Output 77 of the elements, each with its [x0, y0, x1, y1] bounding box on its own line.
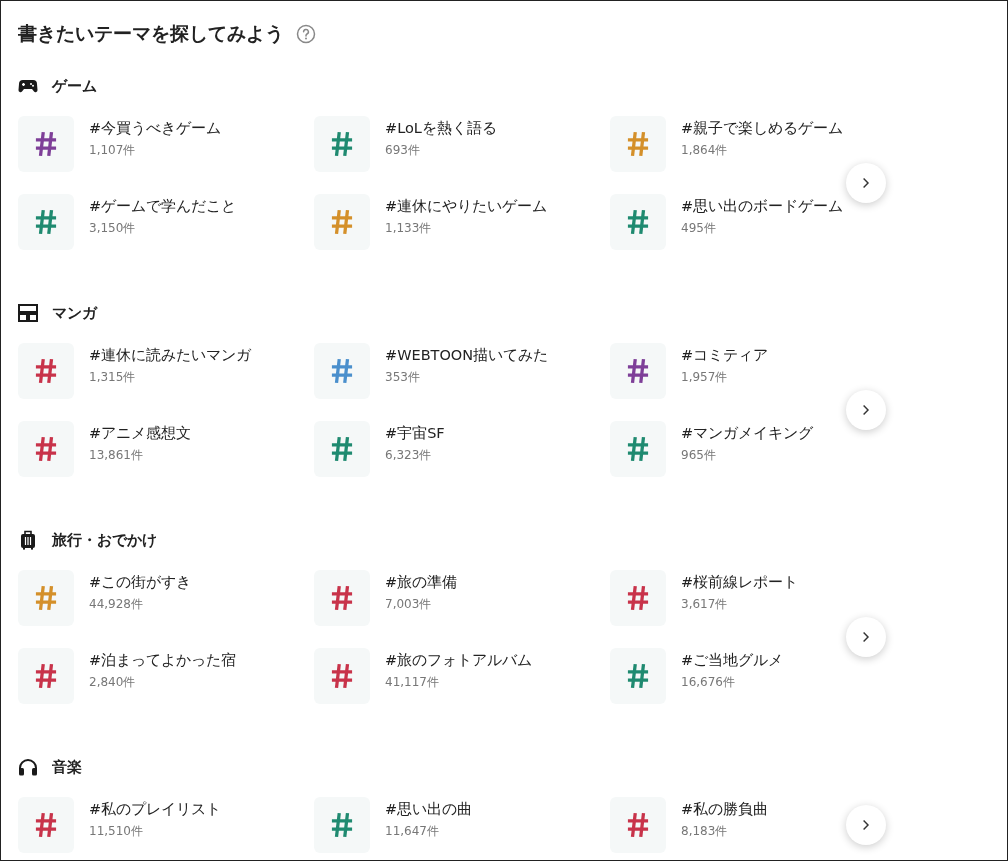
theme-link[interactable]: #旅の準備	[385, 572, 458, 592]
hashtag-tile[interactable]	[610, 797, 666, 853]
theme-link[interactable]: #WEBTOON描いてみた	[385, 345, 549, 365]
post-count: 693件	[385, 142, 421, 159]
post-count: 495件	[681, 220, 717, 237]
theme-link[interactable]: #私のプレイリスト	[89, 799, 222, 819]
post-count: 3,150件	[89, 220, 137, 237]
help-icon[interactable]	[296, 24, 316, 44]
post-count: 2,840件	[89, 674, 137, 691]
theme-link[interactable]: #ゲームで学んだこと	[89, 196, 237, 216]
theme-link[interactable]: #宇宙SF	[385, 423, 445, 443]
post-count: 353件	[385, 369, 421, 386]
theme-link[interactable]: #桜前線レポート	[681, 572, 799, 592]
hashtag-tile[interactable]	[610, 570, 666, 626]
theme-link[interactable]: #思い出の曲	[385, 799, 473, 819]
theme-link[interactable]: #アニメ感想文	[89, 423, 192, 443]
hashtag-tile[interactable]	[18, 421, 74, 477]
post-count: 44,928件	[89, 596, 144, 613]
hashtag-tile[interactable]	[314, 194, 370, 250]
chevron-right-icon	[862, 631, 870, 643]
hashtag-tile[interactable]	[314, 421, 370, 477]
hashtag-tile[interactable]	[610, 194, 666, 250]
theme-link[interactable]: #思い出のボードゲーム	[681, 196, 844, 216]
theme-link[interactable]: #今買うべきゲーム	[89, 118, 222, 138]
hashtag-tile[interactable]	[18, 570, 74, 626]
post-count: 1,107件	[89, 142, 137, 159]
hashtag-tile[interactable]	[18, 797, 74, 853]
theme-link[interactable]: #私の勝負曲	[681, 799, 769, 819]
hashtag-tile[interactable]	[610, 116, 666, 172]
category-heading: マンガ	[52, 303, 97, 323]
post-count: 11,510件	[89, 823, 144, 840]
post-count: 1,133件	[385, 220, 433, 237]
post-count: 1,315件	[89, 369, 137, 386]
post-count: 1,864件	[681, 142, 729, 159]
category-heading: 旅行・おでかけ	[52, 530, 157, 550]
suitcase-icon	[18, 530, 38, 550]
theme-link[interactable]: #連休に読みたいマンガ	[89, 345, 252, 365]
theme-link[interactable]: #親子で楽しめるゲーム	[681, 118, 844, 138]
panels-icon	[18, 304, 38, 322]
headphones-icon	[18, 758, 38, 776]
hashtag-tile[interactable]	[314, 648, 370, 704]
hashtag-tile[interactable]	[610, 421, 666, 477]
post-count: 1,957件	[681, 369, 729, 386]
post-count: 11,647件	[385, 823, 440, 840]
theme-link[interactable]: #泊まってよかった宿	[89, 650, 237, 670]
post-count: 3,617件	[681, 596, 729, 613]
theme-link[interactable]: #連休にやりたいゲーム	[385, 196, 548, 216]
theme-link[interactable]: #旅のフォトアルバム	[385, 650, 533, 670]
chevron-right-icon	[862, 177, 870, 189]
category-heading: ゲーム	[52, 76, 97, 96]
hashtag-tile[interactable]	[610, 343, 666, 399]
chevron-right-icon	[862, 404, 870, 416]
hashtag-tile[interactable]	[18, 116, 74, 172]
page-title: 書きたいテーマを探してみよう	[18, 21, 284, 46]
hashtag-tile[interactable]	[18, 194, 74, 250]
hashtag-tile[interactable]	[18, 648, 74, 704]
post-count: 965件	[681, 447, 717, 464]
post-count: 41,117件	[385, 674, 440, 691]
theme-link[interactable]: #この街がすき	[89, 572, 192, 592]
category-heading: 音楽	[52, 757, 82, 777]
hashtag-tile[interactable]	[314, 570, 370, 626]
hashtag-tile[interactable]	[314, 797, 370, 853]
hashtag-tile[interactable]	[610, 648, 666, 704]
post-count: 7,003件	[385, 596, 433, 613]
gamepad-icon	[18, 79, 38, 93]
post-count: 13,861件	[89, 447, 144, 464]
hashtag-tile[interactable]	[314, 116, 370, 172]
theme-link[interactable]: #LoLを熱く語る	[385, 118, 497, 138]
theme-link[interactable]: #ご当地グルメ	[681, 650, 784, 670]
theme-link[interactable]: #コミティア	[681, 345, 769, 365]
post-count: 6,323件	[385, 447, 433, 464]
chevron-right-icon	[862, 819, 870, 831]
theme-link[interactable]: #マンガメイキング	[681, 423, 814, 443]
hashtag-tile[interactable]	[314, 343, 370, 399]
post-count: 16,676件	[681, 674, 736, 691]
post-count: 8,183件	[681, 823, 729, 840]
hashtag-tile[interactable]	[18, 343, 74, 399]
